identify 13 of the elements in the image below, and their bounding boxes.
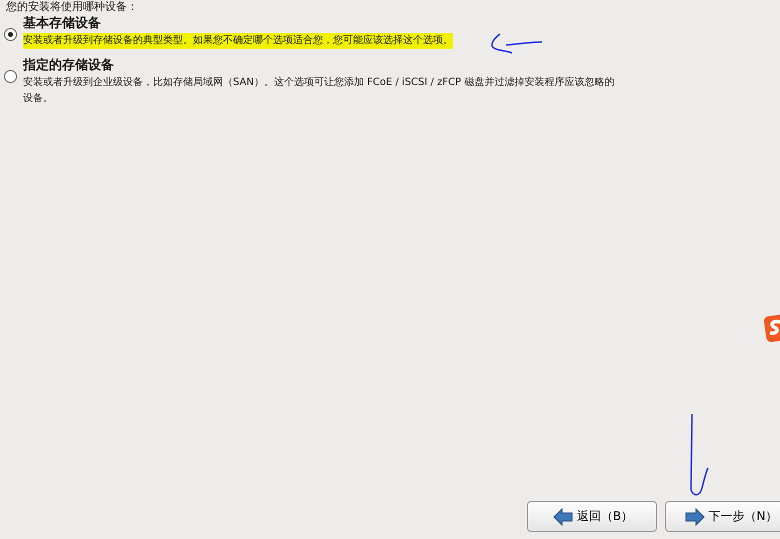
option-description: 安装或者升级到存储设备的典型类型。如果您不确定哪个选项适合您，您可能应该选择这个选项。 [23, 33, 453, 49]
arrow-right-icon [684, 508, 704, 526]
prompt-text: 您的安装将使用哪种设备： [6, 0, 139, 13]
next-button[interactable]: 下一步（N） [665, 501, 780, 532]
option-title: 基本存储设备 [23, 15, 101, 33]
option-description: 安装或者升级到企业级设备，比如存储局域网（SAN）。这个选项可让您添加 FCoE / iSCSI / zFCP 磁盘并过滤掉安装程序应该忽略的设备。 [23, 76, 616, 106]
hand-drawn-arrow [491, 33, 543, 54]
radio-button[interactable] [4, 28, 17, 41]
floating-app-icon[interactable] [764, 313, 780, 343]
arrow-left-icon [552, 508, 573, 526]
option-title: 指定的存储设备 [23, 57, 114, 75]
back-button[interactable]: 返回（B） [527, 501, 657, 532]
radio-button[interactable] [4, 70, 17, 83]
